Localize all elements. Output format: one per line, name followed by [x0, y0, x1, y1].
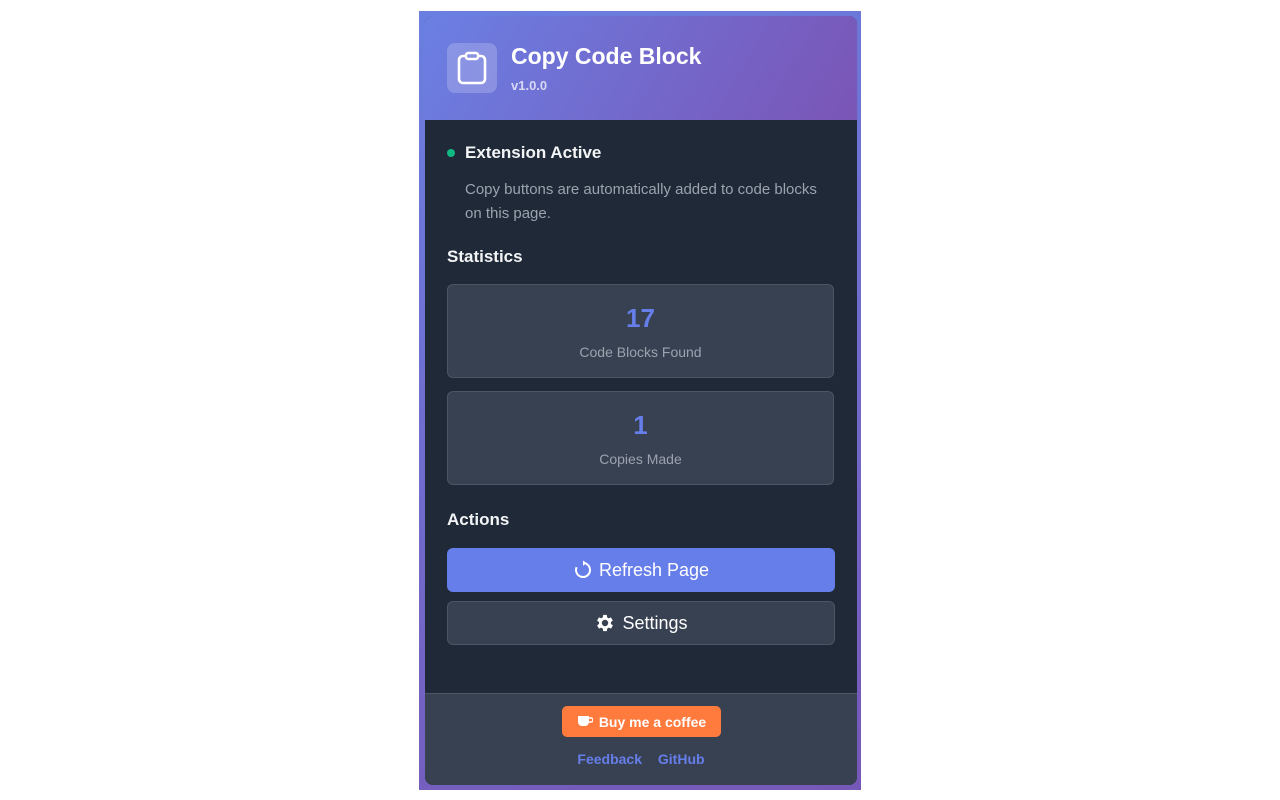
actions-heading: Actions — [447, 510, 510, 529]
popup-footer: Buy me a coffee Feedback GitHub — [425, 693, 857, 785]
github-link[interactable]: GitHub — [658, 751, 705, 767]
stat-label: Code Blocks Found — [579, 344, 702, 360]
stat-card-copies: 1 Copies Made — [447, 391, 834, 485]
app-logo — [447, 43, 497, 93]
buy-me-a-coffee-label: Buy me a coffee — [598, 713, 707, 730]
footer-links: Feedback GitHub — [425, 751, 857, 767]
stat-card-code-blocks: 17 Code Blocks Found — [447, 284, 834, 378]
feedback-link[interactable]: Feedback — [577, 751, 642, 767]
statistics-heading: Statistics — [447, 247, 523, 266]
extension-popup: Copy Code Block v1.0.0 Extension Active … — [425, 16, 857, 785]
gear-icon — [594, 612, 616, 634]
stat-label: Copies Made — [599, 451, 682, 467]
coffee-cup-icon — [577, 715, 593, 729]
app-version: v1.0.0 — [511, 78, 548, 93]
popup-frame: Copy Code Block v1.0.0 Extension Active … — [419, 11, 861, 790]
buy-me-a-coffee-button[interactable]: Buy me a coffee — [562, 706, 721, 737]
app-title: Copy Code Block — [511, 43, 702, 69]
status-title: Extension Active — [465, 143, 602, 162]
stat-value: 1 — [633, 410, 648, 440]
status-row: Extension Active — [447, 143, 601, 163]
refresh-icon — [573, 560, 593, 580]
status-indicator-dot — [447, 149, 455, 157]
refresh-page-label: Refresh Page — [598, 559, 710, 580]
refresh-page-button[interactable]: Refresh Page — [447, 548, 835, 592]
popup-header: Copy Code Block v1.0.0 — [425, 16, 857, 120]
settings-label: Settings — [622, 612, 688, 633]
status-description: Copy buttons are automatically added to … — [465, 181, 817, 222]
stat-value: 17 — [626, 303, 655, 333]
settings-button[interactable]: Settings — [447, 601, 835, 645]
clipboard-icon — [457, 51, 487, 85]
